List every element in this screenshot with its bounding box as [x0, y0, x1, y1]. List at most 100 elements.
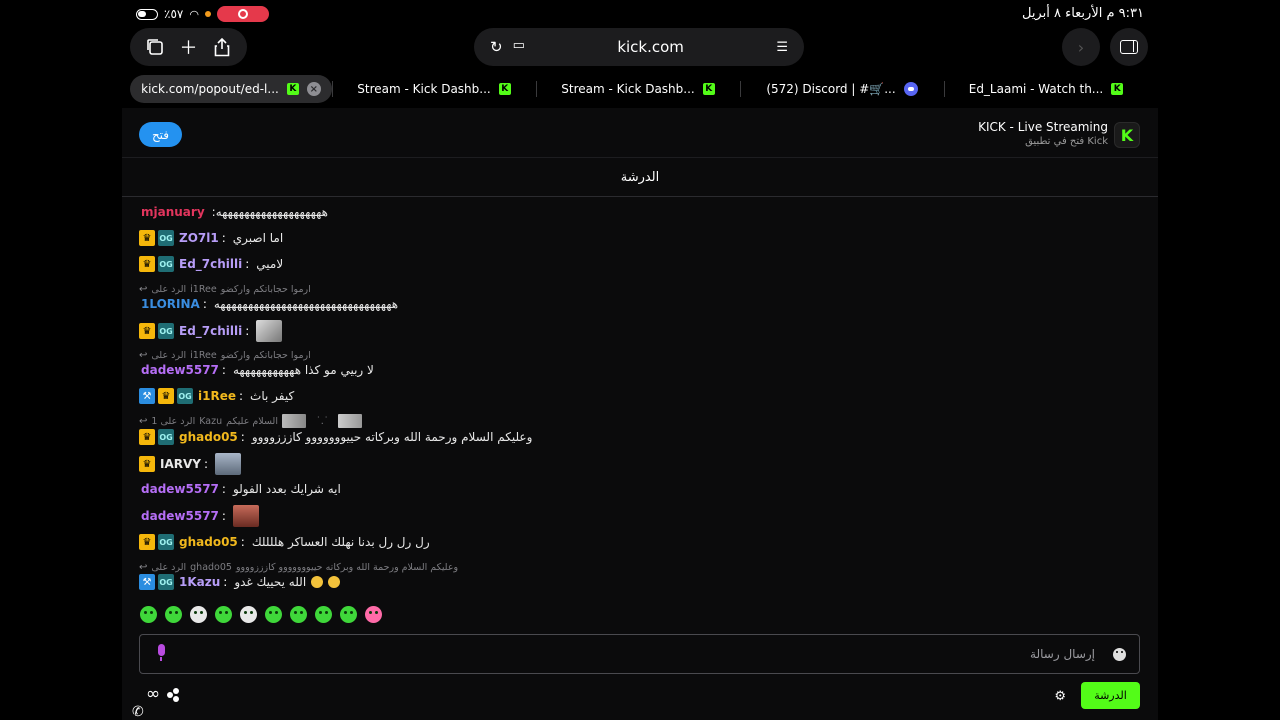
emote-button-icon[interactable] [140, 606, 157, 623]
chat-message: dadew5577 : [139, 503, 259, 529]
crown-badge-icon: ♛ [139, 534, 155, 550]
chat-send-button[interactable]: الدرشة [1081, 682, 1140, 709]
chat-username[interactable]: IARVY [160, 457, 201, 471]
reply-user: i1Ree [190, 283, 217, 295]
cat-emoji-icon [328, 576, 341, 588]
reply-user: Kazu [199, 415, 223, 427]
status-left: ٪٥٧ ◠ [136, 6, 269, 22]
tab-kick-popout[interactable]: kick.com/popout/ed-l... K × [130, 75, 332, 103]
emote-button-icon[interactable] [190, 606, 207, 623]
forward-icon[interactable]: › [1062, 28, 1100, 66]
emote-button-icon[interactable] [215, 606, 232, 623]
emote-image [338, 414, 363, 428]
colon: : [223, 575, 228, 589]
reply-prefix: الرد على [151, 283, 187, 295]
screen-recording-icon[interactable] [216, 6, 269, 22]
emote-button-icon[interactable] [365, 606, 382, 623]
tab-label: Ed_Laami - Watch th... [968, 82, 1104, 96]
emoji-picker-icon[interactable] [1113, 648, 1126, 661]
chat-input[interactable]: إرسال رسالة [139, 634, 1140, 674]
crown-badge-icon: ♛ [158, 388, 174, 404]
chat-username[interactable]: dadew5577 [141, 363, 219, 377]
status-time-date: ٩:٣١ م الأربعاء ٨ أبريل [1021, 6, 1144, 21]
kick-logo-icon: K [1114, 122, 1140, 148]
colon: : [240, 535, 245, 549]
reload-icon[interactable]: ↻ [490, 38, 503, 56]
chat-username[interactable]: Ed_7chilli [179, 324, 242, 338]
reply-text: السلام عليكم [226, 415, 278, 427]
emote-image [215, 453, 242, 475]
status-bar: ٪٥٧ ◠ ٩:٣١ م الأربعاء ٨ أبريل [0, 0, 1280, 28]
tab-kick-dashboard-2[interactable]: Stream - Kick Dashb... K [536, 75, 740, 103]
settings-gear-icon[interactable]: ⚙ [1054, 689, 1066, 704]
crown-badge-icon: ♛ [139, 323, 155, 339]
chat-input-placeholder: إرسال رسالة [1030, 647, 1095, 661]
chat-message: ♛ OG ZO7l1 : اما اصبري [139, 228, 283, 248]
chat-message: mjanuary :هههههههههههههههههههه [139, 202, 328, 222]
app-info: KICK - Live Streaming فتح في تطبيق Kick [978, 120, 1108, 147]
emote-button-icon[interactable] [315, 606, 332, 623]
tab-label: (572) Discord | #🛒... [766, 82, 896, 96]
chat-username[interactable]: 1LORINA [141, 297, 200, 311]
tab-kick-dashboard-1[interactable]: Stream - Kick Dashb... K [332, 75, 536, 103]
mic-indicator-icon [204, 11, 211, 17]
tab-ed-laami[interactable]: Ed_Laami - Watch th... K [944, 75, 1148, 103]
wifi-icon: ◠ [189, 7, 199, 21]
emote-button-icon[interactable] [165, 606, 182, 623]
chat-text: الله يحييك غدو [234, 575, 307, 589]
chat-username[interactable]: dadew5577 [141, 509, 219, 523]
chat-username[interactable]: 1Kazu [179, 575, 220, 589]
emote-button-icon[interactable] [290, 606, 307, 623]
new-tab-icon[interactable]: ＋ [175, 34, 201, 60]
chat-username[interactable]: Ed_7chilli [179, 257, 242, 271]
reply-user: ghado05 [190, 561, 232, 573]
og-badge-icon: OG [158, 256, 174, 272]
og-badge-icon: OG [158, 534, 174, 550]
bubbles-icon[interactable] [167, 688, 181, 702]
chat-message: 1LORINA : هههههههههههههههههههههههههههههه… [139, 294, 398, 314]
open-app-button[interactable]: فتح [139, 122, 182, 147]
og-badge-icon: OG [158, 230, 174, 246]
emote-button-icon[interactable] [240, 606, 257, 623]
infinity-icon[interactable]: ∞ [146, 684, 160, 704]
url-text[interactable]: kick.com [525, 38, 776, 56]
tabs-overview-icon[interactable] [142, 34, 168, 60]
reply-prefix: الرد على [151, 561, 187, 573]
chat-messages[interactable]: mjanuary :هههههههههههههههههههه ♛ OG ZO7l… [122, 198, 1158, 598]
page-settings-icon[interactable]: ▭ [513, 38, 525, 56]
chat-username[interactable]: ZO7l1 [179, 231, 219, 245]
chat-username[interactable]: i1Ree [198, 389, 236, 403]
chat-username[interactable]: mjanuary [141, 205, 205, 219]
reply-arrow-icon: ↩ [139, 349, 148, 361]
chat-text: لا ربيي مو كذا هههههههههههه [232, 363, 374, 377]
emote-button-icon[interactable] [265, 606, 282, 623]
chat-footer: ✆ ∞ ⚙ الدرشة [122, 680, 1158, 720]
colon: : [221, 509, 226, 523]
chat-username[interactable]: dadew5577 [141, 482, 219, 496]
reply-text: ارموا حجاباتكم واركضو [220, 283, 311, 295]
tab-label: Stream - Kick Dashb... [561, 82, 695, 96]
chat-username[interactable]: ghado05 [179, 535, 238, 549]
chat-text: وعليكم السلام ورحمة الله وبركاته حييوووو… [251, 430, 533, 444]
sidebar-icon[interactable] [1110, 28, 1148, 66]
og-badge-icon: OG [177, 388, 193, 404]
chat-text: اما اصبري [232, 231, 284, 245]
page-content: فتح KICK - Live Streaming فتح في تطبيق K… [122, 108, 1158, 720]
share-icon[interactable] [209, 34, 235, 60]
chat-message: ♛ OG ghado05 : وعليكم السلام ورحمة الله … [139, 427, 532, 447]
kick-favicon-icon: K [498, 83, 511, 95]
emote-button-icon[interactable] [340, 606, 357, 623]
emote-image [256, 320, 283, 342]
chat-text: رل رل رل بدنا نهلك العساكر هللللك [251, 535, 430, 549]
emote-image [232, 505, 259, 527]
reader-icon[interactable]: ☰ [776, 40, 788, 55]
tab-discord[interactable]: (572) Discord | #🛒... [740, 75, 944, 103]
address-bar[interactable]: ↻ ▭ kick.com ☰ [474, 28, 804, 66]
kick-favicon-icon: K [1111, 83, 1124, 95]
close-tab-icon[interactable]: × [306, 82, 321, 96]
chat-username[interactable]: ghado05 [179, 430, 238, 444]
chat-message: ♛ OG Ed_7chilli : [139, 318, 283, 344]
microphone-icon[interactable] [156, 644, 166, 662]
reply-context[interactable]: ↩ الرد على 1 Kazu السلام عليكم ˙.˙ [139, 414, 363, 428]
reply-text: ارموا حجاباتكم واركضو [220, 349, 311, 361]
